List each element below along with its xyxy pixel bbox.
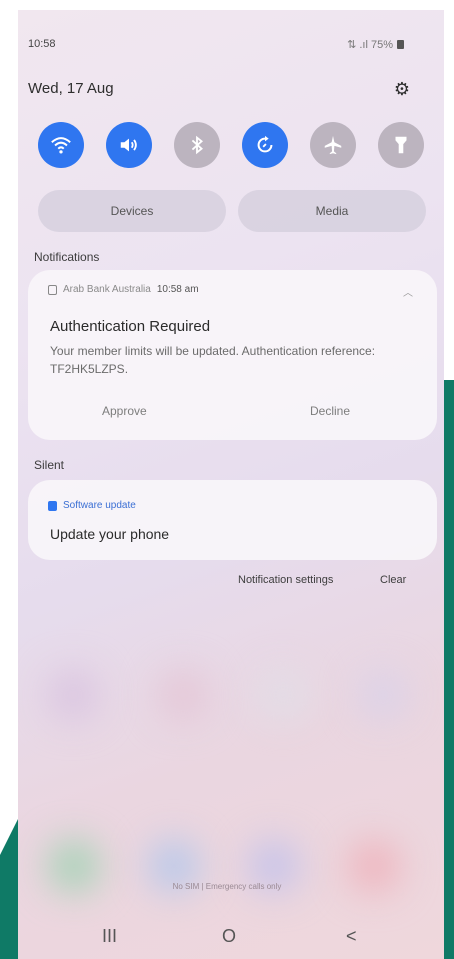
signal-indicators: ⇅ .ıl 75% [347,39,393,51]
software-update-app-name: Software update [63,500,136,511]
decline-button[interactable]: Decline [310,404,350,418]
wifi-toggle[interactable] [38,122,84,168]
notifications-heading: Notifications [34,250,100,264]
devices-button[interactable]: Devices [38,190,226,232]
auto-rotate-toggle[interactable] [242,122,288,168]
gear-icon[interactable]: ⚙ [393,80,411,98]
software-update-title: Update your phone [50,526,170,542]
notification-title: Authentication Required [50,318,211,335]
status-indicators: ⇅ .ıl 75% [347,38,404,51]
bluetooth-toggle[interactable] [174,122,220,168]
media-button[interactable]: Media [238,190,426,232]
clear-button[interactable]: Clear [380,574,406,586]
status-time: 10:58 [28,38,56,50]
emergency-calls-text: No SIM | Emergency calls only [172,882,282,891]
notification-app-name: Arab Bank Australia [63,284,151,295]
recents-button[interactable]: III [102,926,117,947]
home-button[interactable]: O [222,926,236,947]
rotate-icon [257,135,273,153]
wifi-icon [51,137,71,154]
blurred-app-icon [358,670,408,720]
blurred-app-icon [258,670,308,720]
bank-app-icon [48,284,57,295]
flashlight-toggle[interactable] [378,122,424,168]
navigation-bar: III O < [0,926,454,954]
chevron-up-icon[interactable]: ︿ [403,284,413,299]
software-update-header: Software update [48,500,136,511]
notification-header: Arab Bank Australia 10:58 am [48,284,199,295]
flashlight-icon [395,136,407,154]
notification-time: 10:58 am [156,284,199,295]
sound-toggle[interactable] [106,122,152,168]
battery-icon [397,40,404,49]
notification-settings-link[interactable]: Notification settings [238,574,333,586]
approve-button[interactable]: Approve [102,404,147,418]
software-update-card[interactable]: Software update Update your phone [28,480,437,560]
blurred-app-icon [48,670,98,720]
bluetooth-icon [191,135,203,155]
bank-notification-card[interactable]: Arab Bank Australia 10:58 am ︿ Authentic… [28,270,437,440]
silent-heading: Silent [34,458,65,472]
notification-body: Your member limits will be updated. Auth… [50,344,376,376]
back-button[interactable]: < [346,926,357,947]
airplane-toggle[interactable] [310,122,356,168]
status-bar: 10:58 ⇅ .ıl 75% [28,38,404,54]
volume-icon [120,138,137,152]
software-update-icon [48,500,57,511]
quick-settings-row [38,122,428,170]
blurred-app-icon [158,670,208,720]
airplane-icon [324,135,342,155]
date-label: Wed, 17 Aug [28,80,114,97]
